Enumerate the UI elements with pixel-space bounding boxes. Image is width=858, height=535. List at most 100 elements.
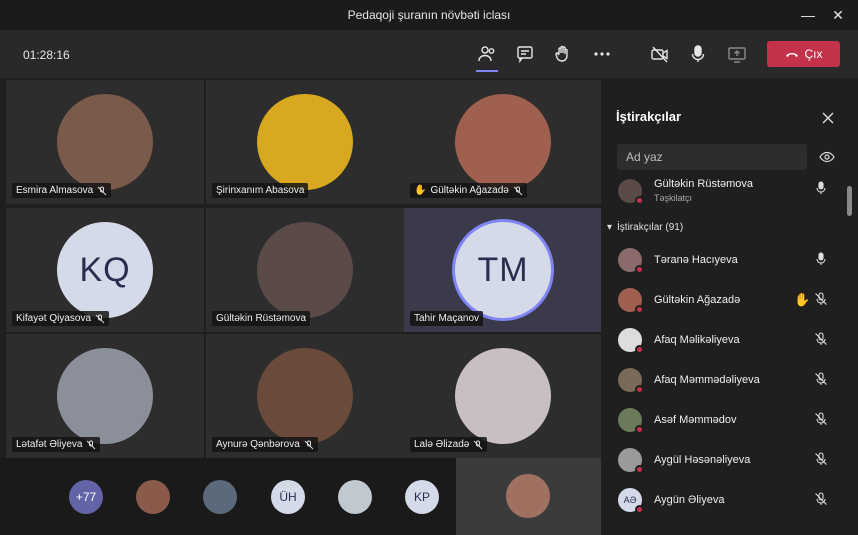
video-tile-active-speaker[interactable]: TM Tahir Maçanov bbox=[404, 208, 602, 332]
name-tag: Esmira Almasova bbox=[12, 183, 112, 198]
microphone-button[interactable] bbox=[686, 42, 710, 66]
camera-off-icon bbox=[651, 46, 668, 63]
self-view[interactable] bbox=[456, 458, 601, 535]
more-actions-button[interactable] bbox=[590, 42, 614, 66]
participant-name: Lətafət Əliyeva bbox=[16, 439, 83, 450]
participant-row[interactable]: Afaq Məmmədəliyeva bbox=[618, 360, 838, 400]
microphone-icon bbox=[816, 181, 826, 194]
participant-name: Təranə Hacıyeva bbox=[654, 254, 738, 266]
search-participants-input[interactable] bbox=[617, 144, 807, 170]
microphone-icon bbox=[691, 45, 705, 62]
strip-avatar[interactable] bbox=[203, 480, 237, 514]
video-tile[interactable]: Aynurə Qənbərova bbox=[206, 334, 404, 458]
video-tile[interactable]: Lalə Əlizadə bbox=[404, 334, 602, 458]
chat-button[interactable] bbox=[513, 42, 537, 66]
video-tile[interactable]: Lətafət Əliyeva bbox=[6, 334, 204, 458]
status-dot bbox=[635, 505, 644, 514]
meeting-timer: 01:28:16 bbox=[23, 48, 70, 62]
hand-icon bbox=[555, 45, 568, 62]
name-tag: Şirinxanım Abasova bbox=[212, 183, 309, 198]
name-tag: Gültəkin Rüstəmova bbox=[212, 311, 311, 326]
name-tag: Lətafət Əliyeva bbox=[12, 437, 101, 452]
camera-button[interactable] bbox=[648, 42, 672, 66]
mic-muted-icon bbox=[87, 440, 96, 449]
more-icon bbox=[594, 52, 610, 56]
overflow-participants-strip: +77 ÜH KP bbox=[0, 458, 456, 535]
participant-photo bbox=[57, 348, 153, 444]
participant-name: Esmira Almasova bbox=[16, 185, 94, 196]
participant-row[interactable]: Afaq Məlikəliyeva bbox=[618, 320, 838, 360]
chat-icon bbox=[517, 46, 533, 64]
strip-avatar[interactable] bbox=[338, 480, 372, 514]
participants-section-header[interactable]: ▾ İştirakçılar (91) bbox=[607, 222, 683, 233]
participant-name: Lalə Əlizadə bbox=[414, 439, 470, 450]
video-tile[interactable]: Gültəkin Rüstəmova bbox=[206, 208, 404, 332]
video-tile[interactable]: ✋ Gültəkin Ağazadə bbox=[404, 80, 602, 204]
video-tile[interactable]: Esmira Almasova bbox=[6, 80, 204, 204]
mic-muted-icon bbox=[95, 314, 105, 323]
minimize-button[interactable]: — bbox=[798, 5, 818, 25]
name-tag: Aynurə Qənbərova bbox=[212, 437, 318, 452]
participants-panel: İştirakçılar Gültəkin Rüstəmova Təşkilat… bbox=[601, 78, 858, 535]
participant-row[interactable]: Gültəkin Ağazadə ✋ bbox=[618, 280, 838, 320]
mic-muted-icon bbox=[815, 412, 827, 425]
leave-call-button[interactable]: Çıx bbox=[767, 41, 840, 67]
video-tile[interactable]: KQ Kifayət Qiyasova bbox=[6, 208, 204, 332]
participant-initials: TM bbox=[455, 222, 551, 318]
name-tag: Tahir Maçanov bbox=[410, 311, 484, 326]
name-tag: Kifayət Qiyasova bbox=[12, 311, 110, 326]
participant-row[interactable]: Təranə Hacıyeva bbox=[618, 240, 838, 280]
participant-name: Kifayət Qiyasova bbox=[16, 313, 92, 324]
leave-label: Çıx bbox=[804, 47, 823, 61]
video-tile[interactable]: Şirinxanım Abasova bbox=[206, 80, 404, 204]
status-dot bbox=[635, 385, 644, 394]
scrollbar[interactable] bbox=[847, 186, 852, 216]
strip-avatar[interactable] bbox=[136, 480, 170, 514]
participant-name: Tahir Maçanov bbox=[414, 313, 480, 324]
mic-muted-icon bbox=[815, 452, 827, 465]
eye-icon[interactable] bbox=[819, 149, 835, 165]
participant-name: Asəf Məmmədov bbox=[654, 414, 737, 426]
raise-hand-button[interactable] bbox=[551, 42, 575, 66]
participant-initials: KQ bbox=[57, 222, 153, 318]
participant-name: Gültəkin Rüstəmova bbox=[654, 178, 754, 190]
section-title: İştirakçılar (91) bbox=[617, 222, 684, 233]
participant-photo bbox=[455, 348, 551, 444]
more-participants-button[interactable]: +77 bbox=[69, 480, 103, 514]
mic-muted-icon bbox=[815, 372, 827, 385]
participant-row[interactable]: AƏ Aygün Əliyeva bbox=[618, 480, 838, 520]
status-dot bbox=[635, 425, 644, 434]
name-tag: ✋ Gültəkin Ağazadə bbox=[410, 183, 527, 198]
status-dot bbox=[635, 465, 644, 474]
participant-row-organizer[interactable]: Gültəkin Rüstəmova Təşkilatçı bbox=[618, 171, 838, 211]
participant-name: Gültəkin Rüstəmova bbox=[216, 313, 307, 324]
strip-avatar[interactable]: KP bbox=[405, 480, 439, 514]
participant-photo bbox=[257, 222, 353, 318]
hang-up-icon bbox=[785, 53, 798, 57]
mic-muted-icon bbox=[815, 292, 827, 305]
status-dot bbox=[635, 345, 644, 354]
share-screen-button[interactable] bbox=[725, 42, 749, 66]
participant-name: Afaq Məmmədəliyeva bbox=[654, 374, 760, 386]
mic-muted-icon bbox=[815, 332, 827, 345]
mic-muted-icon bbox=[304, 440, 314, 449]
status-dot bbox=[635, 265, 644, 274]
participant-photo bbox=[57, 94, 153, 190]
mic-muted-icon bbox=[473, 440, 483, 449]
people-icon bbox=[478, 46, 495, 62]
self-avatar bbox=[506, 474, 550, 518]
microphone-icon bbox=[816, 252, 826, 265]
participant-role: Təşkilatçı bbox=[654, 193, 693, 203]
participants-toggle-button[interactable] bbox=[475, 42, 499, 72]
participant-name: Gültəkin Ağazadə bbox=[654, 294, 741, 306]
close-icon[interactable] bbox=[820, 110, 836, 126]
status-dot bbox=[635, 196, 644, 205]
participant-row[interactable]: Asəf Məmmədov bbox=[618, 400, 838, 440]
participant-row[interactable]: Aygül Həsənəliyeva bbox=[618, 440, 838, 480]
strip-avatar[interactable]: ÜH bbox=[271, 480, 305, 514]
name-tag: Lalə Əlizadə bbox=[410, 437, 488, 452]
mic-muted-icon bbox=[513, 186, 523, 195]
meeting-toolbar: 01:28:16 bbox=[0, 30, 858, 78]
close-window-button[interactable]: ✕ bbox=[828, 5, 848, 25]
mic-muted-icon bbox=[815, 492, 827, 505]
